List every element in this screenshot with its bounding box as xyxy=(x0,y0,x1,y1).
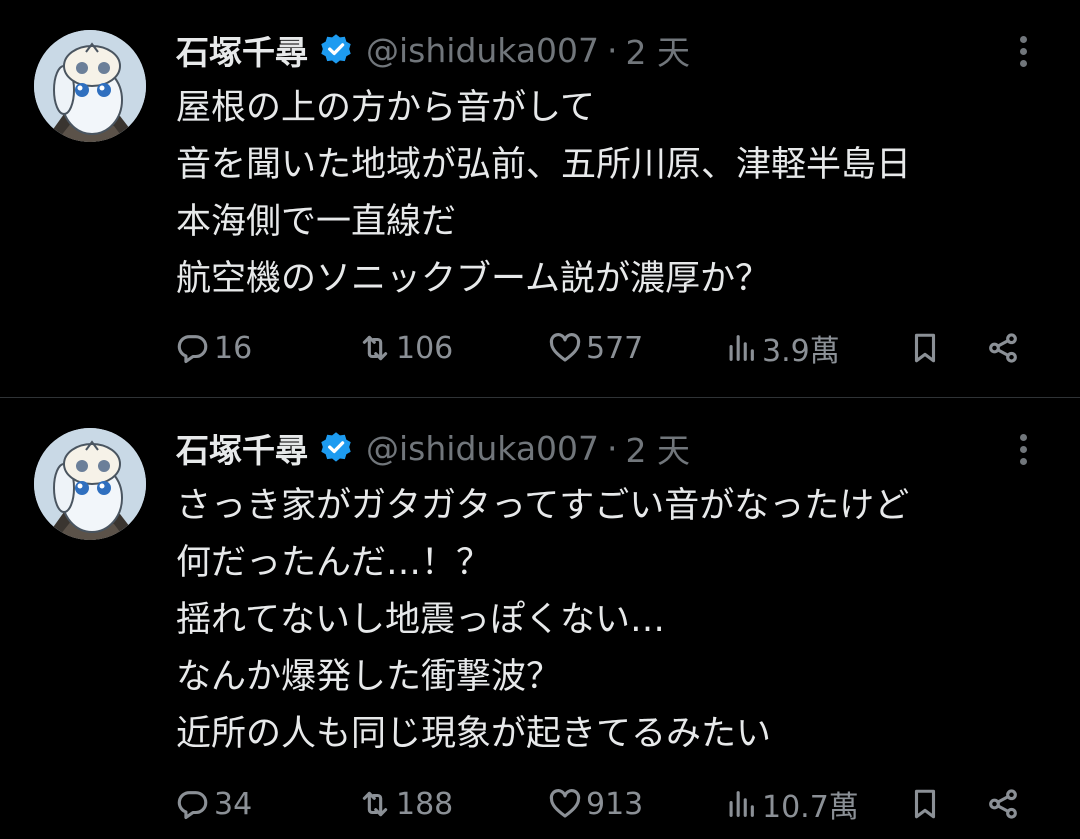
heart-icon xyxy=(549,789,581,818)
view-count: 3.9萬 xyxy=(762,334,840,369)
more-options-icon[interactable] xyxy=(1018,434,1028,468)
views-button[interactable]: 3.9萬 xyxy=(724,326,840,370)
display-name[interactable]: 石塚千尋 xyxy=(176,26,308,74)
tweet-text: 屋根の上の方から音がして 音を聞いた地域が弘前、五所川原、津軽半島日 本海側で一… xyxy=(176,80,1036,308)
views-chart-icon xyxy=(729,791,754,817)
repost-icon xyxy=(362,335,388,361)
avatar[interactable] xyxy=(34,30,146,142)
repost-button[interactable]: 106 xyxy=(358,326,453,370)
reply-button[interactable]: 34 xyxy=(176,782,252,826)
views-chart-icon xyxy=(729,335,754,361)
repost-button[interactable]: 188 xyxy=(358,782,453,826)
heart-icon xyxy=(549,333,581,362)
verified-badge-icon[interactable] xyxy=(318,430,354,466)
reply-count: 16 xyxy=(214,330,253,366)
tweet-text-line: 揺れてないし地震っぽくない… xyxy=(176,600,665,640)
like-count: 913 xyxy=(586,786,644,822)
separator-dot: · xyxy=(607,428,618,468)
bookmark-icon xyxy=(914,789,936,819)
view-count: 10.7萬 xyxy=(762,790,859,825)
tweet[interactable]: 石塚千尋 @ishiduka007 · 2 天 さっき家がガタガタってすごい音が… xyxy=(0,398,1080,839)
bookmark-icon xyxy=(914,333,936,363)
tweet-text-line: 航空機のソニックブーム説が濃厚か？ xyxy=(176,259,770,299)
tweet-text-line: 近所の人も同じ現象が起きてるみたい xyxy=(176,714,772,754)
tweet[interactable]: 石塚千尋 @ishiduka007 · 2 天 屋根の上の方から音がして 音を聞… xyxy=(0,0,1080,397)
like-count: 577 xyxy=(586,330,644,366)
like-button[interactable]: 913 xyxy=(548,782,643,826)
reply-button[interactable]: 16 xyxy=(176,326,252,370)
share-button[interactable] xyxy=(986,326,1020,370)
tweet-text-line: 屋根の上の方から音がして xyxy=(176,88,595,128)
more-options-icon[interactable] xyxy=(1018,36,1028,70)
bookmark-button[interactable] xyxy=(908,782,942,826)
like-button[interactable]: 577 xyxy=(548,326,643,370)
share-button[interactable] xyxy=(986,782,1020,826)
repost-icon xyxy=(362,791,388,817)
tweet-text-line: なんか爆発した衝撃波？ xyxy=(176,657,562,697)
bookmark-button[interactable] xyxy=(908,326,942,370)
tweet-text-line: 音を聞いた地域が弘前、五所川原、津軽半島日 xyxy=(176,145,912,185)
action-bar: 34 188 913 10.7萬 xyxy=(176,782,1036,826)
share-icon xyxy=(989,333,1017,363)
reply-icon xyxy=(177,335,208,364)
tweet-header: 石塚千尋 @ishiduka007 · 2 天 xyxy=(176,424,1036,472)
tweet-text-line: 何だったんだ…！？ xyxy=(176,543,492,583)
timestamp[interactable]: 2 天 xyxy=(626,26,691,74)
tweet-text-line: さっき家がガタガタってすごい音がなったけど xyxy=(176,486,910,526)
avatar[interactable] xyxy=(34,428,146,540)
display-name[interactable]: 石塚千尋 xyxy=(176,424,308,472)
reply-count: 34 xyxy=(214,786,253,822)
tweet-text-line: 本海側で一直線だ xyxy=(176,202,457,242)
timestamp[interactable]: 2 天 xyxy=(626,424,691,472)
action-bar: 16 106 577 3.9萬 xyxy=(176,326,1036,370)
tweet-text: さっき家がガタガタってすごい音がなったけど 何だったんだ…！？ 揺れてないし地震… xyxy=(176,478,1036,763)
reply-icon xyxy=(177,791,208,820)
separator-dot: · xyxy=(607,30,618,70)
repost-count: 188 xyxy=(396,786,454,822)
user-handle[interactable]: @ishiduka007 xyxy=(366,429,599,468)
user-handle[interactable]: @ishiduka007 xyxy=(366,31,599,70)
views-button[interactable]: 10.7萬 xyxy=(724,782,859,826)
repost-count: 106 xyxy=(396,330,454,366)
tweet-header: 石塚千尋 @ishiduka007 · 2 天 xyxy=(176,26,1036,74)
verified-badge-icon[interactable] xyxy=(318,32,354,68)
share-icon xyxy=(989,789,1017,819)
